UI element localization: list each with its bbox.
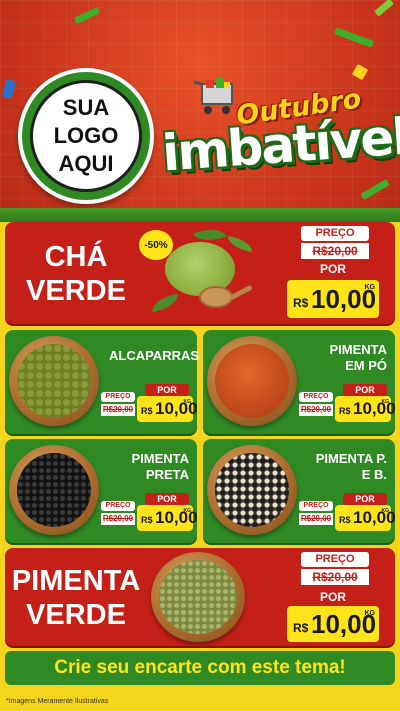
current-price: R$ 10,00 KG [137,396,198,422]
campaign-title: imbatível [160,107,400,183]
featured-product-name: CHÁ VERDE [11,240,141,308]
confetti-decoration [1,79,17,99]
price-value: 10,00 [155,399,198,418]
unit: KG [381,508,390,514]
currency: R$ [339,406,351,416]
logo-line-1: SUA [62,95,110,120]
green-pepper-fill [159,560,237,634]
logo-placeholder: SUA LOGO AQUI [18,68,154,204]
shopping-cart-icon [194,78,233,114]
header-green-band [0,208,400,222]
currency: R$ [293,621,309,635]
product-bowl-image [151,552,245,642]
old-price: R$20,00 [101,513,135,525]
current-price: R$ 10,00 KG [335,505,396,531]
price-value: 10,00 [155,508,198,527]
featured-product-card: PIMENTA VERDE PREÇO R$20,00 POR R$ 10,00… [5,548,395,646]
currency: R$ [293,296,309,310]
product-name: PIMENTA EM PÓ [329,342,387,373]
currency: R$ [339,515,351,525]
product-name: PIMENTA P. E B. [315,451,387,482]
confetti-decoration [351,63,369,81]
unit: KG [183,508,192,514]
product-name-line-1: CHÁ [44,241,108,273]
product-bowl-image [9,445,99,535]
logo-line-2: LOGO [53,123,119,148]
old-price: R$20,00 [299,513,333,525]
current-price: R$ 10,00 KG [287,606,379,642]
confetti-decoration [334,27,374,48]
current-price: R$ 10,00 KG [287,280,379,318]
por-label: POR [305,262,361,277]
old-price: R$20,00 [301,569,369,585]
por-label: POR [145,493,189,505]
confetti-decoration [73,6,101,25]
current-price: R$ 10,00 KG [137,505,198,531]
por-label: POR [305,590,361,605]
currency: R$ [141,406,153,416]
old-price: R$20,00 [301,243,369,259]
featured-product-card: CHÁ VERDE -50% PREÇO R$20,00 POR R$ 10,0… [5,222,395,324]
leaf-decoration [149,293,181,313]
unit: KG [183,399,192,405]
preco-label: PREÇO [301,552,369,567]
por-label: POR [343,384,387,396]
tea-spoon-handle [229,284,253,301]
product-bowl-image [207,336,297,426]
product-bowl-image [207,445,297,535]
currency: R$ [141,515,153,525]
old-price: R$20,00 [299,404,333,416]
preco-label: PREÇO [301,226,369,241]
old-price: R$20,00 [101,404,135,416]
preco-label: PREÇO [299,392,333,402]
confetti-decoration [374,0,394,17]
black-pepper-fill [17,453,91,527]
current-price: R$ 10,00 KG [335,396,396,422]
preco-label: PREÇO [101,392,135,402]
tea-spoon [199,286,233,308]
featured-product-name: PIMENTA VERDE [11,564,141,632]
product-card: PIMENTA P. E B. PREÇO R$20,00 POR R$ 10,… [203,439,396,543]
product-name: ALCAPARRAS [109,348,200,363]
preco-label: PREÇO [101,501,135,511]
unit: KG [364,284,376,291]
discount-badge: -50% [139,230,173,260]
por-label: POR [343,493,387,505]
price-value: 10,00 [353,508,396,527]
header: SUA LOGO AQUI Outubro imbatível [0,0,400,222]
flyer-body: CHÁ VERDE -50% PREÇO R$20,00 POR R$ 10,0… [0,222,400,711]
price-value: 10,00 [353,399,396,418]
confetti-decoration [360,178,390,201]
discount-text: -50% [144,239,168,251]
unit: KG [364,610,376,617]
leaf-decoration [226,235,254,253]
product-card: ALCAPARRAS PREÇO R$20,00 POR R$ 10,00 KG [5,330,200,434]
product-bowl-image [9,336,99,426]
chili-powder-fill [215,344,289,418]
mixed-pepper-fill [215,453,289,527]
product-name-line-2: VERDE [26,275,126,307]
logo-text: SUA LOGO AQUI [30,80,142,192]
preco-label: PREÇO [299,501,333,511]
product-card: PIMENTA PRETA PREÇO R$20,00 POR R$ 10,00… [5,439,198,543]
product-name: PIMENTA PRETA [131,451,189,482]
capers-fill [17,344,91,418]
disclaimer-text: *Imagens Meramente Ilustrativas [6,698,109,705]
logo-line-3: AQUI [58,151,114,176]
product-card: PIMENTA EM PÓ PREÇO R$20,00 POR R$ 10,00… [203,330,396,434]
product-name-line-2: VERDE [26,599,126,631]
product-name-line-1: PIMENTA [11,565,141,597]
unit: KG [381,399,390,405]
call-to-action-banner: Crie seu encarte com este tema! [5,651,395,685]
por-label: POR [145,384,189,396]
